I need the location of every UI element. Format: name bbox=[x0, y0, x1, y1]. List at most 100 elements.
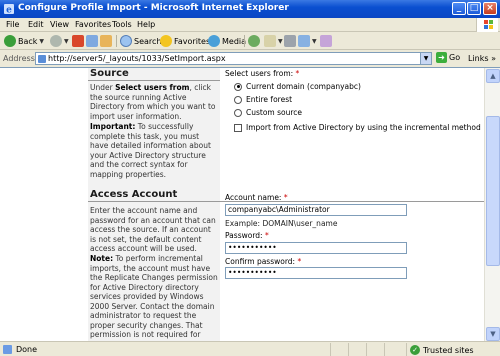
menu-help[interactable]: Help bbox=[137, 20, 155, 29]
scroll-thumb[interactable] bbox=[486, 116, 500, 266]
radio-button[interactable] bbox=[234, 95, 242, 104]
chevron-down-icon: ▼ bbox=[312, 37, 317, 45]
toolbar: Back ▼ ▼ Search Favorites Media ▼ ▼ bbox=[0, 32, 500, 50]
menu-view[interactable]: View bbox=[50, 20, 69, 29]
discuss-icon bbox=[320, 35, 332, 47]
menu-favorites[interactable]: Favorites bbox=[75, 20, 111, 29]
stop-button[interactable] bbox=[72, 34, 84, 48]
radio-button[interactable] bbox=[234, 108, 242, 117]
maximize-button[interactable]: □ bbox=[467, 2, 481, 15]
print-button[interactable] bbox=[284, 34, 296, 48]
links-button[interactable]: Links » bbox=[468, 54, 496, 63]
forward-button[interactable]: ▼ bbox=[50, 34, 69, 48]
menu-edit[interactable]: Edit bbox=[28, 20, 44, 29]
favorites-star-icon bbox=[160, 35, 172, 47]
back-button[interactable]: Back ▼ bbox=[4, 34, 44, 48]
close-button[interactable]: × bbox=[483, 2, 497, 15]
edit-icon bbox=[298, 35, 310, 47]
security-zone: ✓ Trusted sites bbox=[410, 345, 474, 355]
ie-logo-icon: e bbox=[4, 4, 14, 16]
left-gutter bbox=[0, 68, 88, 341]
links-label: Links bbox=[468, 54, 489, 63]
password-input[interactable]: ••••••••••• bbox=[225, 242, 407, 254]
search-button[interactable]: Search bbox=[120, 34, 161, 48]
access-account-title: Access Account bbox=[90, 189, 178, 200]
chevron-down-icon: ▼ bbox=[278, 37, 283, 45]
go-label: Go bbox=[449, 53, 461, 62]
menu-bar: File Edit View Favorites Tools Help bbox=[0, 18, 500, 32]
search-icon bbox=[120, 35, 132, 47]
status-cell bbox=[366, 343, 384, 356]
svg-text:e: e bbox=[6, 6, 12, 16]
back-arrow-icon bbox=[4, 35, 16, 47]
status-cell bbox=[330, 343, 348, 356]
checkbox[interactable] bbox=[234, 123, 242, 132]
home-icon bbox=[100, 35, 112, 47]
mail-icon bbox=[264, 35, 276, 47]
refresh-button[interactable] bbox=[86, 34, 98, 48]
status-cell bbox=[348, 343, 366, 356]
status-cell bbox=[384, 343, 406, 356]
forward-arrow-icon bbox=[50, 35, 62, 47]
print-icon bbox=[284, 35, 296, 47]
edit-button[interactable]: ▼ bbox=[298, 34, 317, 48]
home-button[interactable] bbox=[100, 34, 112, 48]
address-input[interactable]: http://server5/_layouts/1033/SetImport.a… bbox=[35, 52, 432, 65]
radio-button[interactable] bbox=[234, 82, 242, 91]
chevron-down-icon: ▼ bbox=[39, 37, 45, 45]
radio-label: Entire forest bbox=[246, 95, 293, 104]
media-button[interactable]: Media bbox=[208, 34, 246, 48]
address-bar: Address http://server5/_layouts/1033/Set… bbox=[0, 51, 500, 66]
status-text: Done bbox=[16, 345, 38, 354]
source-title: Source bbox=[90, 68, 129, 79]
favorites-button[interactable]: Favorites bbox=[160, 34, 210, 48]
chevron-down-icon: ▼ bbox=[64, 37, 69, 45]
favorites-label: Favorites bbox=[174, 36, 211, 46]
window-title: Configure Profile Import - Microsoft Int… bbox=[18, 3, 289, 13]
account-name-label: Account name: * bbox=[225, 193, 288, 202]
radio-label: Current domain (companyabc) bbox=[246, 82, 361, 91]
source-description: Under Select users from, click the sourc… bbox=[90, 83, 216, 121]
mail-button[interactable]: ▼ bbox=[264, 34, 283, 48]
page-icon bbox=[38, 55, 46, 63]
scroll-down-icon[interactable]: ▼ bbox=[486, 327, 500, 341]
radio-current-domain[interactable]: Current domain (companyabc) bbox=[234, 82, 361, 91]
access-note: Note: To perform incremental imports, th… bbox=[90, 254, 218, 341]
title-bar: e Configure Profile Import - Microsoft I… bbox=[0, 0, 500, 18]
go-arrow-icon: ➜ bbox=[436, 52, 447, 63]
access-description: Enter the account name and password for … bbox=[90, 206, 216, 253]
password-label: Password: * bbox=[225, 231, 269, 240]
refresh-icon bbox=[86, 35, 98, 47]
status-bar: Done ✓ Trusted sites bbox=[0, 341, 500, 356]
zone-label: Trusted sites bbox=[423, 345, 474, 355]
search-label: Search bbox=[134, 36, 162, 46]
menu-file[interactable]: File bbox=[6, 20, 19, 29]
toolbar-separator bbox=[244, 35, 245, 47]
confirm-password-input[interactable]: ••••••••••• bbox=[225, 267, 407, 279]
minimize-button[interactable]: _ bbox=[452, 2, 466, 15]
checkbox-label: Import from Active Directory by using th… bbox=[246, 123, 481, 132]
incremental-import-checkbox[interactable]: Import from Active Directory by using th… bbox=[234, 123, 481, 132]
toolbar-separator bbox=[116, 35, 117, 47]
history-icon bbox=[248, 35, 260, 47]
menu-tools[interactable]: Tools bbox=[112, 20, 132, 29]
source-important-note: Important: To successfully complete this… bbox=[90, 122, 211, 179]
links-chevron-icon: » bbox=[491, 54, 497, 63]
radio-custom-source[interactable]: Custom source bbox=[234, 108, 302, 117]
vertical-scrollbar[interactable]: ▲ ▼ bbox=[484, 68, 500, 341]
account-name-input[interactable]: companyabc\Administrator bbox=[225, 204, 407, 216]
radio-entire-forest[interactable]: Entire forest bbox=[234, 95, 292, 104]
page-content: Source Under Select users from, click th… bbox=[0, 67, 500, 341]
section-divider bbox=[88, 80, 220, 81]
go-button[interactable]: ➜ Go bbox=[436, 52, 460, 63]
media-icon bbox=[208, 35, 220, 47]
form-page: Source Under Select users from, click th… bbox=[88, 68, 484, 341]
history-button[interactable] bbox=[248, 34, 260, 48]
scroll-up-icon[interactable]: ▲ bbox=[486, 69, 500, 83]
account-example-hint: Example: DOMAIN\user_name bbox=[225, 219, 338, 228]
chevron-down-icon[interactable]: ▼ bbox=[420, 53, 431, 64]
select-users-label: Select users from: * bbox=[225, 69, 300, 78]
confirm-password-label: Confirm password: * bbox=[225, 257, 302, 266]
stop-icon bbox=[72, 35, 84, 47]
discuss-button[interactable] bbox=[320, 34, 332, 48]
